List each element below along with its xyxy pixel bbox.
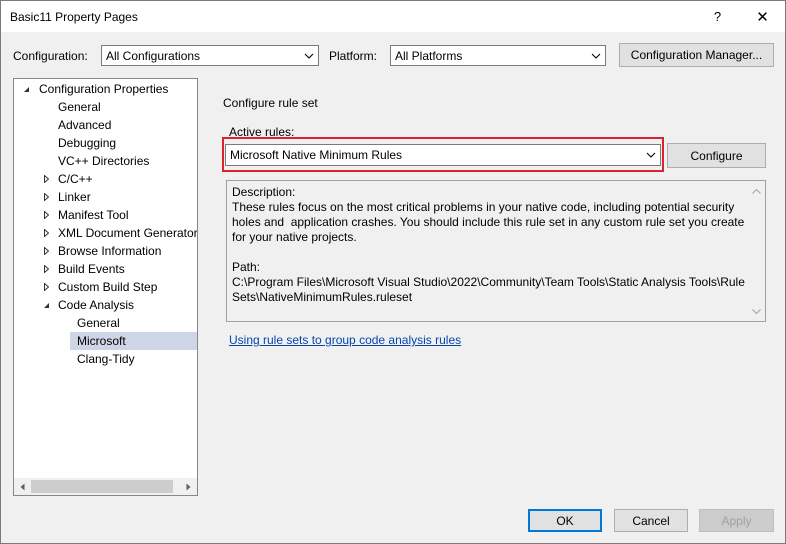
platform-dropdown[interactable]: All Platforms (390, 45, 606, 66)
configuration-value: All Configurations (106, 48, 201, 63)
scroll-up-icon[interactable] (748, 183, 765, 200)
tree-item-label: Linker (58, 190, 91, 204)
tree-item-label: Browse Information (58, 244, 162, 258)
ok-button[interactable]: OK (528, 509, 602, 532)
chevron-down-icon (589, 49, 602, 62)
collapse-triangle-icon[interactable] (21, 80, 31, 98)
platform-label: Platform: (329, 49, 378, 63)
tree-item-custom-build-step[interactable]: Custom Build Step (41, 278, 191, 296)
active-rules-value: Microsoft Native Minimum Rules (230, 148, 403, 162)
tree-item-label: C/C++ (58, 172, 93, 186)
apply-button[interactable]: Apply (699, 509, 774, 532)
property-pages-dialog: Basic11 Property Pages ? ✕ Configuration… (0, 0, 786, 544)
description-vertical-scrollbar[interactable] (748, 181, 765, 321)
tree-item-label: Manifest Tool (58, 208, 129, 222)
chevron-down-icon (302, 49, 315, 62)
tree-item-linker[interactable]: Linker (41, 188, 191, 206)
tree-item-microsoft[interactable]: Microsoft (70, 332, 197, 350)
tree-item-manifest-tool[interactable]: Manifest Tool (41, 206, 191, 224)
collapse-triangle-icon[interactable] (41, 296, 51, 314)
tree-item-browse-information[interactable]: Browse Information (41, 242, 191, 260)
scroll-left-icon[interactable] (14, 478, 31, 495)
help-icon: ? (713, 9, 722, 24)
tree-item-label: Custom Build Step (58, 280, 158, 294)
tree-horizontal-scrollbar[interactable] (14, 478, 197, 495)
tree-item-code-analysis-general[interactable]: General (77, 314, 120, 332)
description-text: Description: These rules focus on the mo… (232, 185, 745, 304)
active-rules-dropdown[interactable]: Microsoft Native Minimum Rules (225, 144, 661, 166)
tree-item-build-events[interactable]: Build Events (41, 260, 191, 278)
tree-item-label: Configuration Properties (39, 82, 169, 96)
configure-button[interactable]: Configure (667, 143, 766, 168)
window-title: Basic11 Property Pages (10, 10, 138, 24)
section-title: Configure rule set (223, 96, 318, 110)
expand-triangle-icon[interactable] (41, 242, 51, 260)
chevron-down-icon (644, 148, 657, 161)
expand-triangle-icon[interactable] (41, 206, 51, 224)
tree-item-xml-document-generator[interactable]: XML Document Generator (41, 224, 197, 242)
configuration-dropdown[interactable]: All Configurations (101, 45, 319, 66)
expand-triangle-icon[interactable] (41, 278, 51, 296)
tree-item-clang-tidy[interactable]: Clang-Tidy (77, 350, 135, 368)
title-bar: Basic11 Property Pages ? ✕ (1, 1, 785, 32)
description-box[interactable]: Description: These rules focus on the mo… (226, 180, 766, 322)
tree-item-advanced[interactable]: Advanced (58, 116, 111, 134)
expand-triangle-icon[interactable] (41, 188, 51, 206)
expand-triangle-icon[interactable] (41, 260, 51, 278)
tree-item-label: XML Document Generator (58, 226, 198, 240)
configuration-manager-button[interactable]: Configuration Manager... (619, 43, 774, 67)
expand-triangle-icon[interactable] (41, 224, 51, 242)
platform-value: All Platforms (395, 48, 463, 63)
tree-item-vc-directories[interactable]: VC++ Directories (58, 152, 149, 170)
close-button[interactable]: ✕ (740, 1, 785, 32)
tree-item-label: Code Analysis (58, 298, 135, 312)
expand-triangle-icon[interactable] (41, 170, 51, 188)
tree-item-label: Build Events (58, 262, 125, 276)
configuration-label: Configuration: (13, 49, 88, 63)
tree-item-debugging[interactable]: Debugging (58, 134, 116, 152)
property-tree: Configuration Properties General Advance… (13, 78, 198, 496)
close-icon: ✕ (756, 8, 769, 26)
tree-item-c-cpp[interactable]: C/C++ (41, 170, 191, 188)
tree-item-code-analysis[interactable]: Code Analysis (41, 296, 191, 314)
rule-sets-help-link[interactable]: Using rule sets to group code analysis r… (229, 333, 461, 347)
scroll-down-icon[interactable] (748, 303, 765, 320)
scroll-right-icon[interactable] (180, 478, 197, 495)
tree-item-general[interactable]: General (58, 98, 101, 116)
cancel-button[interactable]: Cancel (614, 509, 688, 532)
help-button[interactable]: ? (695, 1, 740, 32)
scrollbar-thumb[interactable] (31, 480, 173, 493)
